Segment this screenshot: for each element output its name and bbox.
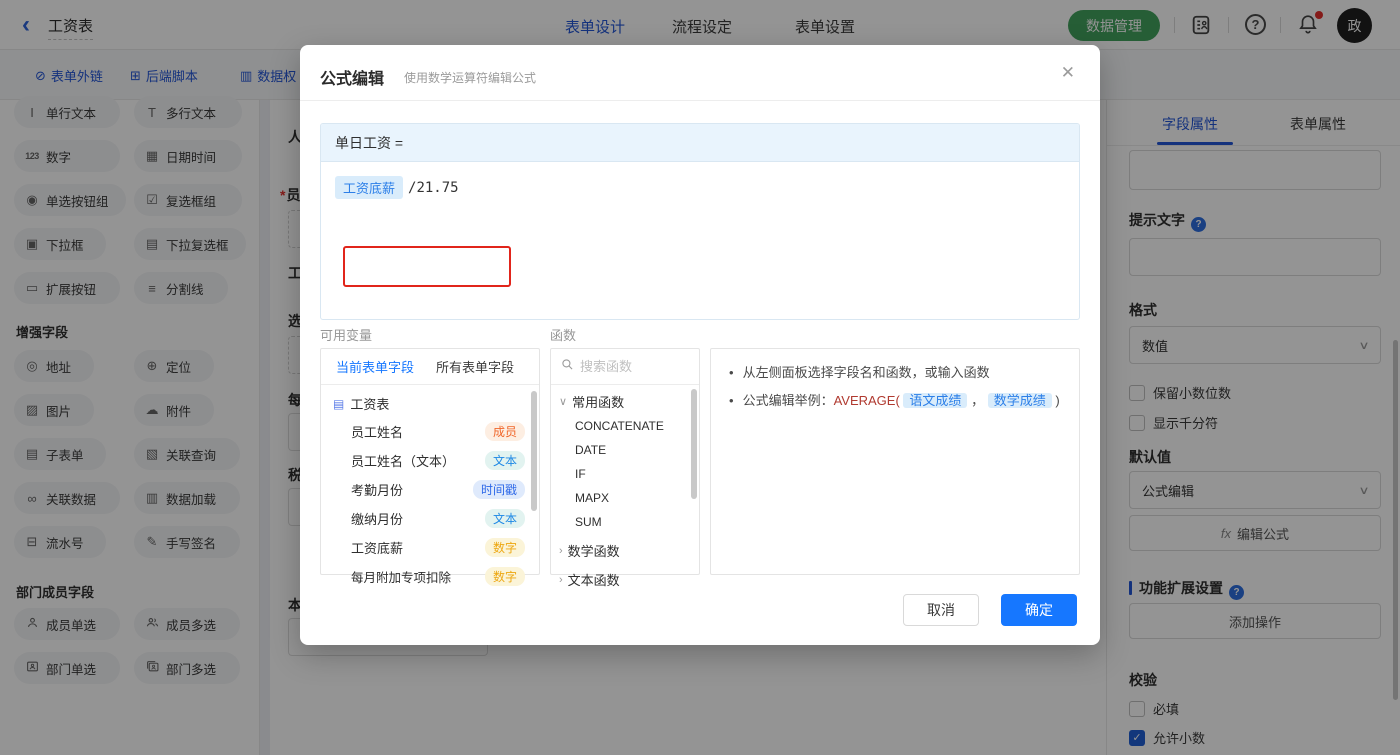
example-close-paren: ) — [1055, 393, 1060, 408]
modal-title: 公式编辑 — [320, 71, 385, 88]
group-label: 常用函数 — [572, 395, 625, 410]
type-badge: 数字 — [484, 567, 525, 586]
formula-operator-value: /21.75 — [408, 179, 459, 196]
function-search-input[interactable] — [580, 359, 680, 374]
confirm-button[interactable]: 确定 — [1001, 594, 1077, 626]
function-group-text[interactable]: › 文本函数 — [551, 563, 699, 592]
form-name: 工资表 — [350, 397, 390, 412]
form-tree-root[interactable]: ▤ 工资表 — [321, 385, 539, 417]
variable-name: 工资底薪 — [351, 541, 404, 556]
scrollbar[interactable] — [531, 391, 537, 511]
close-icon[interactable]: ✕ — [1061, 63, 1075, 83]
cancel-button[interactable]: 取消 — [903, 594, 979, 626]
formula-editor-box[interactable]: 单日工资 = 工资底薪 /21.75 — [320, 123, 1080, 320]
variable-row[interactable]: 员工姓名 成员 — [321, 417, 539, 446]
variable-row[interactable]: 考勤月份 时间戳 — [321, 475, 539, 504]
function-item[interactable]: CONCATENATE — [551, 414, 699, 438]
chevron-right-icon: › — [559, 544, 563, 557]
example-field-chip: 语文成绩 — [903, 393, 968, 408]
function-item[interactable]: DATE — [551, 438, 699, 462]
functions-label: 函数 — [550, 328, 577, 343]
chevron-right-icon: › — [559, 573, 563, 586]
search-icon — [561, 358, 574, 376]
bullet-icon: • — [729, 393, 734, 408]
bullet-icon: • — [729, 365, 734, 380]
type-badge: 数字 — [484, 538, 525, 557]
variables-tabs: 当前表单字段 所有表单字段 — [321, 349, 539, 385]
type-badge: 时间戳 — [472, 480, 525, 499]
function-search[interactable] — [551, 349, 699, 385]
tip-text: 公式编辑举例：AVERAGE( 语文成绩 ， 数学成绩 ) — [743, 391, 1060, 411]
field-chip[interactable]: 工资底薪 — [335, 176, 404, 199]
example-field-chip: 数学成绩 — [987, 393, 1052, 408]
chevron-down-icon: ∨ — [559, 396, 568, 408]
function-item[interactable]: SUM — [551, 510, 699, 534]
variables-label: 可用变量 — [320, 328, 373, 343]
variable-name: 缴纳月份 — [351, 512, 404, 527]
formula-expression: 工资底薪 /21.75 — [335, 176, 459, 199]
tab-all-form-fields[interactable]: 所有表单字段 — [436, 357, 514, 376]
group-label: 文本函数 — [567, 573, 620, 588]
functions-panel: ∨ 常用函数 CONCATENATE DATE IF MAPX SUM › 数学… — [550, 348, 700, 588]
scrollbar[interactable] — [691, 389, 697, 499]
example-function: AVERAGE( — [833, 393, 900, 408]
tip-text: 从左侧面板选择字段名和函数，或输入函数 — [742, 365, 990, 380]
variable-name: 员工姓名（文本） — [351, 454, 456, 469]
annotation-red-box — [343, 246, 511, 287]
tab-current-form-fields[interactable]: 当前表单字段 — [336, 357, 414, 376]
variable-row[interactable]: 员工姓名（文本） 文本 — [321, 446, 539, 475]
type-badge: 文本 — [484, 509, 525, 528]
variable-name: 考勤月份 — [351, 483, 404, 498]
modal-subtitle: 使用数学运算符编辑公式 — [404, 71, 537, 85]
help-tip-2: • 公式编辑举例：AVERAGE( 语文成绩 ， 数学成绩 ) — [711, 391, 1079, 411]
type-badge: 文本 — [484, 451, 525, 470]
group-label: 数学函数 — [567, 544, 620, 559]
variable-row[interactable]: 缴纳月份 文本 — [321, 504, 539, 533]
variable-name: 每月附加专项扣除 — [351, 571, 452, 585]
example-comma: ， — [971, 393, 985, 408]
variables-panel: 当前表单字段 所有表单字段 ▤ 工资表 员工姓名 成员 员工姓名（文本） 文本 … — [320, 348, 540, 586]
formula-target-bar: 单日工资 = — [321, 124, 1079, 162]
formula-target: 单日工资 = — [335, 134, 404, 151]
function-item[interactable]: IF — [551, 462, 699, 486]
function-group-math[interactable]: › 数学函数 — [551, 534, 699, 563]
form-doc-icon: ▤ — [333, 396, 345, 411]
variable-row[interactable]: 每月附加专项扣除 数字 — [321, 562, 539, 591]
formula-editor-modal: 公式编辑 使用数学运算符编辑公式 ✕ 单日工资 = 工资底薪 /21.75 可用… — [300, 45, 1100, 645]
example-prefix: 公式编辑举例： — [742, 393, 834, 408]
function-item[interactable]: MAPX — [551, 486, 699, 510]
variable-row[interactable]: 工资底薪 数字 — [321, 533, 539, 562]
type-badge: 成员 — [484, 422, 525, 441]
divider — [300, 100, 1100, 101]
formula-help-panel: • 从左侧面板选择字段名和函数，或输入函数 • 公式编辑举例：AVERAGE( … — [710, 348, 1080, 575]
function-group-common[interactable]: ∨ 常用函数 — [551, 385, 699, 414]
variable-name: 员工姓名 — [351, 425, 404, 440]
help-tip-1: • 从左侧面板选择字段名和函数，或输入函数 — [711, 363, 1079, 383]
